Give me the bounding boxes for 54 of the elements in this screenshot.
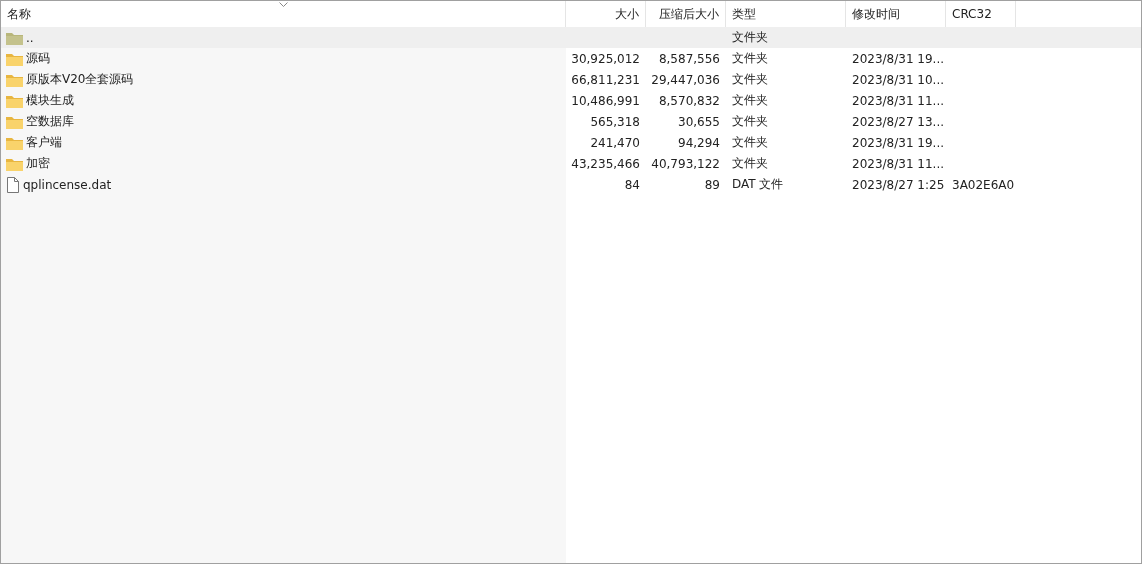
file-name: .. [26, 30, 34, 45]
file-name: 模块生成 [26, 92, 74, 109]
folder-icon [6, 93, 23, 108]
file-row[interactable]: 原版本V20全套源码 66,811,231 29,447,036 文件夹 2023/8/31 10... [1, 69, 1141, 90]
table-cell: 文件夹 [732, 155, 768, 172]
table-cell: 8,570,832 [658, 93, 720, 108]
table-cell: 40,793,122 [651, 156, 720, 171]
table-cell: 2023/8/31 11... [852, 156, 945, 171]
folder-icon [6, 135, 23, 150]
table-cell: 89 [704, 177, 720, 192]
file-name: qplincense.dat [23, 177, 112, 192]
file-row[interactable]: 客户端 241,470 94,294 文件夹 2023/8/31 19... [1, 132, 1141, 153]
folder-icon [6, 114, 23, 129]
table-cell: 66,811,231 [571, 72, 640, 87]
folder-icon [6, 30, 23, 45]
table-cell: DAT 文件 [732, 176, 784, 193]
table-cell: 2023/8/31 19... [852, 51, 945, 66]
table-cell: 94,294 [678, 135, 720, 150]
file-name: 原版本V20全套源码 [26, 71, 134, 88]
file-row[interactable]: 加密 43,235,466 40,793,122 文件夹 2023/8/31 11... [1, 153, 1141, 174]
table-cell: 43,235,466 [571, 156, 640, 171]
table-cell: 30,655 [678, 114, 720, 129]
file-row[interactable]: 模块生成 10,486,991 8,570,832 文件夹 2023/8/31 11... [1, 90, 1141, 111]
table-cell: 文件夹 [732, 71, 768, 88]
table-cell: 文件夹 [732, 134, 768, 151]
file-name: 加密 [26, 155, 50, 172]
file-row[interactable]: qplincense.dat 84 89 DAT 文件 2023/8/27 1:25 3A02E6A0 [1, 174, 1141, 195]
file-row[interactable]: 空数据库 565,318 30,655 文件夹 2023/8/27 13... [1, 111, 1141, 132]
folder-icon [6, 72, 23, 87]
table-cell: 2023/8/31 19... [852, 135, 945, 150]
file-name: 客户端 [26, 134, 62, 151]
folder-icon [6, 156, 23, 171]
file-name: 空数据库 [26, 113, 74, 130]
file-name: 源码 [26, 50, 50, 67]
table-cell: 2023/8/31 11... [852, 93, 945, 108]
file-row[interactable]: 源码 30,925,012 8,587,556 文件夹 2023/8/31 19... [1, 48, 1141, 69]
table-cell: 2023/8/27 1:25 [852, 177, 945, 192]
table-cell: 30,925,012 [571, 51, 640, 66]
table-cell: 565,318 [590, 114, 640, 129]
file-icon [6, 176, 20, 193]
table-cell: 文件夹 [732, 92, 768, 109]
table-cell: 8,587,556 [658, 51, 720, 66]
file-row[interactable]: .. 文件夹 [1, 27, 1141, 48]
table-cell: 29,447,036 [651, 72, 720, 87]
folder-icon [6, 51, 23, 66]
table-cell: 文件夹 [732, 113, 768, 130]
table-cell: 84 [624, 177, 640, 192]
table-cell: 2023/8/31 10... [852, 72, 945, 87]
table-cell: 3A02E6A0 [952, 177, 1015, 192]
table-cell: 文件夹 [732, 29, 768, 46]
table-cell: 2023/8/27 13... [852, 114, 945, 129]
table-cell: 文件夹 [732, 50, 768, 67]
table-cell: 10,486,991 [571, 93, 640, 108]
table-cell: 241,470 [590, 135, 640, 150]
